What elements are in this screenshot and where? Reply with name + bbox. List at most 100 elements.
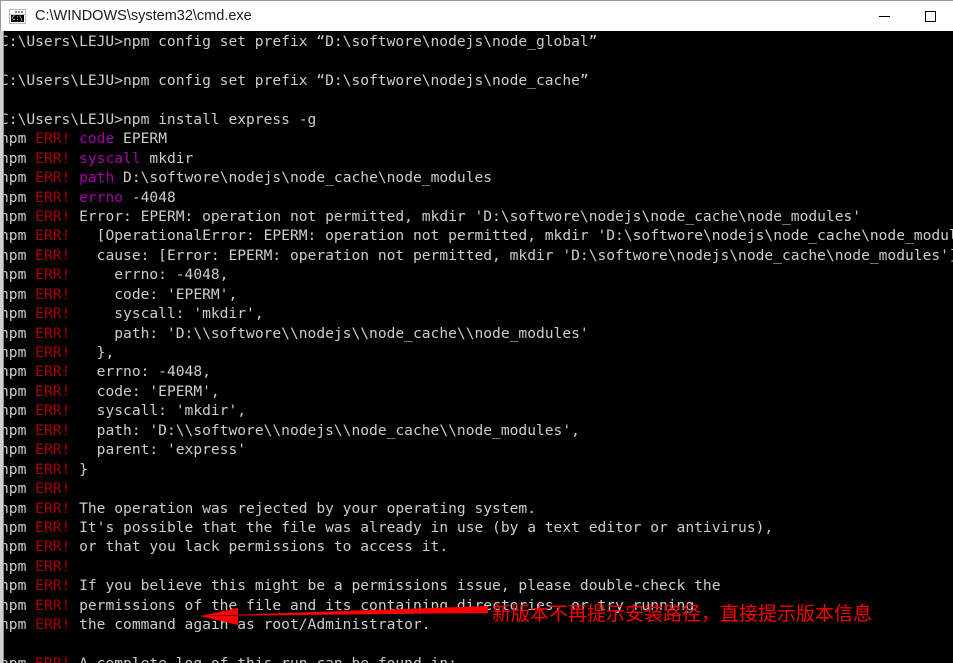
console-err-message: Error: EPERM: operation not permitted, m… [70, 207, 862, 225]
console-line: npm ERR! syscall: 'mkdir', [0, 304, 953, 323]
left-scroll-gutter[interactable] [0, 31, 4, 663]
console-err-tag: ERR! [35, 305, 71, 323]
console-err-message: path: 'D:\\softwore\\nodejs\\node_cache\… [70, 421, 580, 439]
console-err-tag: ERR! [35, 246, 71, 264]
console-line: npm ERR! [OperationalError: EPERM: opera… [0, 226, 953, 245]
console-npm-prefix: npm [0, 207, 36, 225]
console-line: C:\Users\LEJU>npm install express -g [0, 110, 953, 129]
console-err-message [70, 480, 79, 497]
console-err-tag: ERR! [35, 169, 71, 187]
maximize-icon [924, 10, 936, 22]
console-err-tag: ERR! [35, 207, 71, 225]
console-client-area: C:\Users\LEJU>npm config set prefix “D:\… [0, 31, 953, 663]
console-npm-prefix: npm [0, 130, 36, 148]
console-npm-prefix: npm [0, 285, 36, 303]
console-npm-prefix: npm [0, 402, 36, 420]
console-prompt-line: C:\Users\LEJU>npm config set prefix “D:\… [0, 33, 598, 50]
console-err-tag: ERR! [35, 382, 71, 400]
console-err-tag: ERR! [35, 460, 71, 478]
console-npm-prefix: npm [0, 421, 36, 439]
console-line: npm ERR! permissions of the file and its… [0, 596, 953, 615]
console-space [70, 150, 79, 167]
console-err-message: syscall: 'mkdir', [70, 305, 264, 323]
console-err-message: code: 'EPERM', [70, 285, 238, 303]
console-npm-prefix: npm [0, 616, 36, 634]
window-controls [861, 1, 953, 31]
console-npm-prefix: npm [0, 324, 36, 342]
console-npm-prefix: npm [0, 344, 36, 361]
console-prompt-line: C:\Users\LEJU>npm install express -g [0, 110, 317, 128]
console-npm-prefix: npm [0, 557, 36, 575]
console-err-tag: ERR! [35, 557, 71, 575]
console-err-tag: ERR! [35, 130, 71, 148]
cmd-icon-screen-text: C:\ [11, 14, 24, 22]
console-line: npm ERR! Error: EPERM: operation not per… [0, 207, 953, 226]
console-err-message: }, [70, 344, 115, 361]
console-line: npm ERR! [0, 479, 953, 498]
console-err-message: errno: -4048, [70, 266, 229, 284]
console-space [70, 169, 79, 186]
console-npm-prefix: npm [0, 538, 36, 556]
console-err-message: path: 'D:\\softwore\\nodejs\\node_cache\… [70, 324, 589, 342]
console-err-tag: ERR! [35, 421, 71, 439]
console-line: npm ERR! A complete log of this run can … [0, 654, 953, 663]
console-err-tag: ERR! [35, 538, 71, 556]
console-npm-prefix: npm [0, 460, 36, 478]
console-err-tag: ERR! [35, 441, 71, 459]
window-title: C:\WINDOWS\system32\cmd.exe [35, 8, 252, 24]
console-line: npm ERR! parent: 'express' [0, 440, 953, 459]
console-err-value: D:\softwore\nodejs\node_cache\node_modul… [114, 169, 493, 187]
console-err-message: permissions of the file and its containi… [70, 596, 695, 614]
console-line: npm ERR! path: 'D:\\softwore\\nodejs\\no… [0, 421, 953, 440]
maximize-button[interactable] [907, 1, 953, 31]
title-bar-left: C:\ C:\WINDOWS\system32\cmd.exe [1, 8, 861, 24]
console-err-value: mkdir [140, 149, 194, 167]
console-err-message: If you believe this might be a permissio… [70, 577, 721, 595]
minimize-button[interactable] [861, 1, 907, 31]
console-npm-prefix: npm [0, 655, 35, 663]
console-err-message: or that you lack permissions to access i… [70, 538, 449, 556]
console-err-key: code [79, 130, 115, 148]
console-line: npm ERR! path D:\softwore\nodejs\node_ca… [0, 168, 953, 187]
console-err-tag: ERR! [35, 480, 71, 498]
console-space [70, 189, 79, 206]
title-bar[interactable]: C:\ C:\WINDOWS\system32\cmd.exe [0, 0, 953, 31]
console-err-message: A complete log of this run can be found … [70, 655, 457, 663]
minimize-icon [878, 15, 890, 17]
console-err-message: errno: -4048, [70, 363, 211, 381]
console-line: npm ERR! syscall mkdir [0, 149, 953, 168]
console-err-tag: ERR! [35, 499, 71, 517]
console-npm-prefix: npm [0, 149, 36, 167]
console-npm-prefix: npm [0, 363, 36, 381]
console-err-message: syscall: 'mkdir', [70, 402, 247, 420]
console-line: npm ERR! errno -4048 [0, 188, 953, 207]
console-err-message: cause: [Error: EPERM: operation not perm… [70, 246, 953, 264]
console-err-tag: ERR! [35, 285, 71, 303]
console-line: npm ERR! code EPERM [0, 129, 953, 148]
console-npm-prefix: npm [0, 266, 36, 284]
cmd-window: C:\ C:\WINDOWS\system32\cmd.exe C:\Users… [0, 0, 953, 663]
console-err-message: } [70, 460, 88, 478]
console-line: npm ERR! the command again as root/Admin… [0, 615, 953, 634]
console-npm-prefix: npm [0, 227, 36, 245]
console-err-message: the command again as root/Administrator. [70, 616, 431, 634]
console-err-message [70, 558, 79, 575]
console-npm-prefix: npm [0, 441, 36, 459]
console-line: npm ERR! or that you lack permissions to… [0, 537, 953, 556]
console-err-tag: ERR! [35, 227, 71, 245]
console-err-tag: ERR! [35, 577, 71, 595]
console-err-tag: ERR! [35, 188, 71, 206]
console-output[interactable]: C:\Users\LEJU>npm config set prefix “D:\… [0, 31, 953, 663]
console-line: npm ERR! [0, 557, 953, 576]
console-npm-prefix: npm [0, 577, 36, 595]
console-line: npm ERR! The operation was rejected by y… [0, 499, 953, 518]
console-err-message: It's possible that the file was already … [70, 518, 774, 536]
console-npm-prefix: npm [0, 499, 36, 517]
console-line: npm ERR! If you believe this might be a … [0, 576, 953, 595]
console-err-tag: ERR! [35, 518, 71, 536]
console-space [70, 130, 79, 147]
console-err-tag: ERR! [35, 616, 71, 634]
console-npm-prefix: npm [0, 188, 36, 206]
